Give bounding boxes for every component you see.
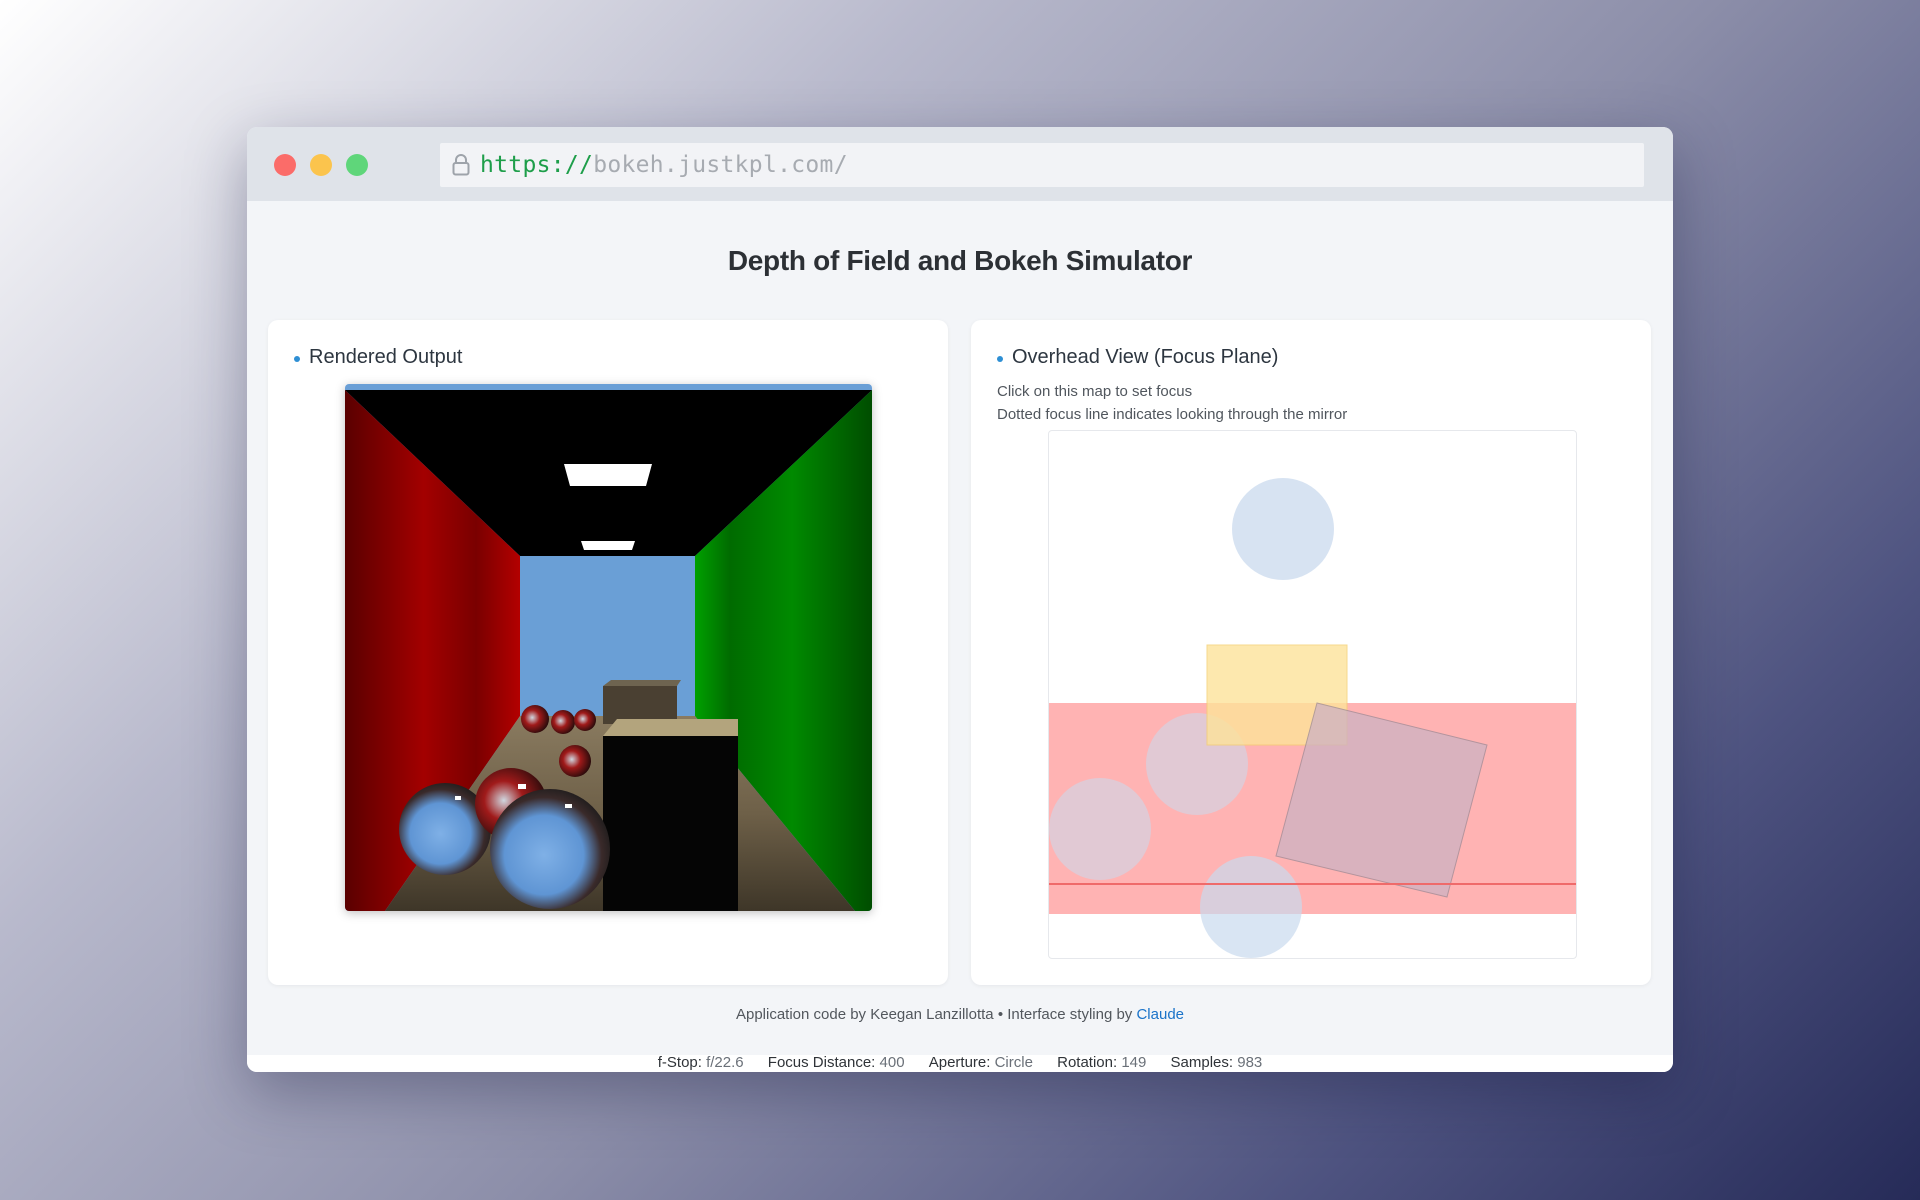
url-host: bokeh.justkpl.com/ [593,152,848,178]
rendered-image [345,384,872,911]
status-samples: Samples: 983 [1171,1054,1263,1071]
status-fstop: f-Stop: f/22.6 [658,1054,744,1071]
map-hint-focus: Click on this map to set focus [997,383,1193,400]
status-rotation: Rotation: 149 [1057,1054,1146,1071]
footer-credit-text: Application code by Keegan Lanzillotta •… [735,1006,1133,1023]
close-window-button[interactable] [274,154,296,176]
status-aperture-value: Circle [994,1054,1033,1071]
status-rotation-label: Rotation: [1057,1054,1118,1071]
lock-icon [450,153,472,177]
sphere-marker [1200,856,1302,958]
status-rotation-value: 149 [1121,1054,1147,1071]
page-title: Depth of Field and Bokeh Simulator [727,245,1193,276]
status-aperture: Aperture: Circle [929,1054,1033,1071]
status-fstop-value: f/22.6 [706,1054,744,1071]
overhead-view-title: Overhead View (Focus Plane) [1012,346,1279,368]
rendered-output-panel: Rendered Output [268,320,948,985]
claude-link[interactable]: Claude [1136,1006,1184,1023]
bullet-icon [294,356,300,362]
status-aperture-label: Aperture: [928,1054,991,1071]
map-hint-mirror: Dotted focus line indicates looking thro… [997,406,1348,423]
bullet-icon [997,356,1003,362]
browser-window: https://bokeh.justkpl.com/ Depth of Fiel… [247,127,1673,1072]
status-fstop-label: f-Stop: [657,1054,702,1071]
footer-credits: Application code by Keegan Lanzillotta •… [247,1006,1673,1023]
overhead-view-panel: Overhead View (Focus Plane) Click on thi… [971,320,1651,985]
browser-titlebar: https://bokeh.justkpl.com/ [247,127,1673,201]
sphere-marker [1232,478,1334,580]
status-samples-value: 983 [1237,1054,1263,1071]
status-readout: f-Stop: f/22.6 Focus Distance: 400 Apert… [247,1054,1673,1071]
minimize-window-button[interactable] [310,154,332,176]
maximize-window-button[interactable] [346,154,368,176]
overhead-focus-map[interactable] [1048,430,1577,959]
sphere-marker [1049,778,1151,880]
rendered-output-title: Rendered Output [309,346,463,368]
status-samples-label: Samples: [1170,1054,1234,1071]
url-scheme: https:// [480,152,594,178]
url-text[interactable]: https://bokeh.justkpl.com/ [480,152,848,178]
status-focus-distance: Focus Distance: 400 [768,1054,905,1071]
address-bar[interactable]: https://bokeh.justkpl.com/ [440,143,1644,187]
status-focus-value: 400 [879,1054,905,1071]
status-focus-label: Focus Distance: [767,1054,876,1071]
